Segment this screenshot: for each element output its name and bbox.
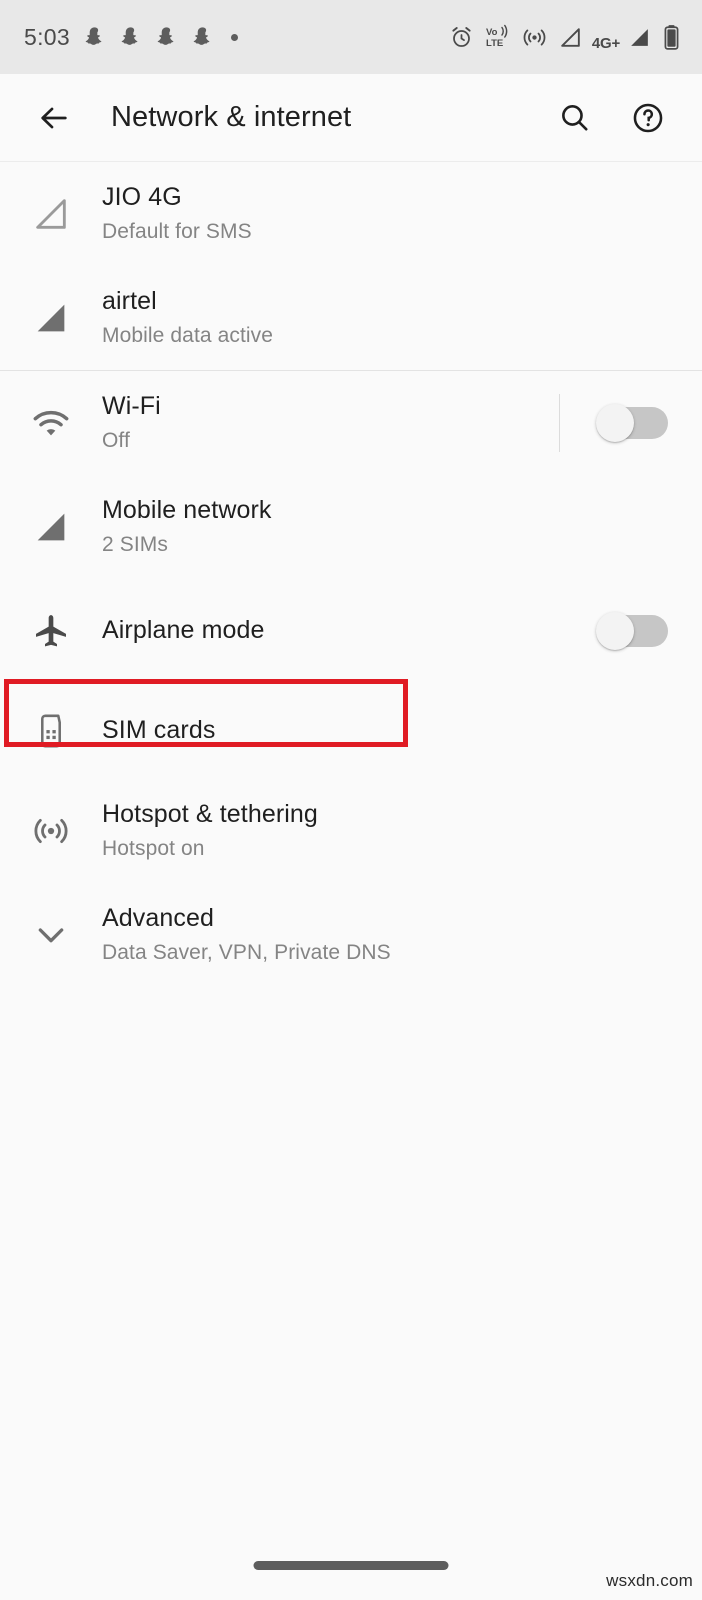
row-text-block: airtel Mobile data active xyxy=(102,286,678,350)
row-text-block: Wi-Fi Off xyxy=(102,391,559,455)
list-item-title: Mobile network xyxy=(102,496,272,525)
volte-icon: Vo LTE xyxy=(486,24,508,49)
toggle-thumb xyxy=(596,404,634,442)
toggle-divider xyxy=(559,394,560,452)
search-button[interactable] xyxy=(548,92,600,144)
list-item-sim-cards[interactable]: SIM cards xyxy=(0,683,702,779)
list-item-title: Hotspot & tethering xyxy=(102,800,318,829)
list-item-sim-airtel[interactable]: airtel Mobile data active xyxy=(0,266,702,370)
app-bar: Network & internet xyxy=(0,74,702,162)
row-icon-slot xyxy=(0,915,102,955)
wifi-icon xyxy=(33,410,69,436)
settings-list: JIO 4G Default for SMS airtel Mobile dat… xyxy=(0,162,702,987)
list-item-title: airtel xyxy=(102,287,157,316)
back-button[interactable] xyxy=(30,94,78,142)
alarm-icon xyxy=(452,26,471,47)
home-gesture-pill[interactable] xyxy=(253,1561,449,1570)
status-bar: 5:03 Vo LTE 4G+ xyxy=(0,0,702,74)
row-text-block: Mobile network 2 SIMs xyxy=(102,495,678,559)
watermark: wsxdn.com xyxy=(606,1571,693,1590)
list-item-title: Airplane mode xyxy=(102,616,265,645)
row-toggle-area xyxy=(559,394,678,452)
chevron-down-icon xyxy=(38,928,64,943)
status-bar-right: Vo LTE 4G+ xyxy=(449,23,680,52)
list-item-hotspot-tethering[interactable]: Hotspot & tethering Hotspot on xyxy=(0,779,702,883)
row-icon-slot xyxy=(0,507,102,547)
snapchat-ghost-icon xyxy=(193,27,210,45)
list-item-subtitle: Default for SMS xyxy=(102,220,252,244)
svg-text:Vo: Vo xyxy=(486,27,498,38)
list-item-title: JIO 4G xyxy=(102,183,182,212)
list-item-subtitle: 2 SIMs xyxy=(102,533,168,557)
snapchat-ghost-icon xyxy=(157,27,174,45)
snapchat-ghost-icon xyxy=(85,27,102,45)
row-icon-slot xyxy=(0,712,102,750)
snapchat-ghost-icon xyxy=(121,27,138,45)
list-item-subtitle: Data Saver, VPN, Private DNS xyxy=(102,941,391,965)
help-circle-icon xyxy=(633,103,663,132)
row-icon-slot xyxy=(0,194,102,234)
row-icon-slot xyxy=(0,403,102,443)
row-text-block: SIM cards xyxy=(102,715,678,746)
row-icon-slot xyxy=(0,298,102,338)
list-item-subtitle: Off xyxy=(102,429,130,453)
list-item-airplane-mode[interactable]: Airplane mode xyxy=(0,579,702,683)
hotspot-icon xyxy=(34,818,68,844)
phone-screen: 5:03 Vo LTE 4G+ Network & internet JIO 4… xyxy=(0,0,702,1600)
row-text-block: Airplane mode xyxy=(102,615,559,646)
arrow-back-icon xyxy=(41,107,67,128)
wifi-toggle[interactable] xyxy=(596,404,668,442)
row-text-block: Hotspot & tethering Hotspot on xyxy=(102,799,678,863)
hotspot-icon xyxy=(523,29,546,45)
row-icon-slot xyxy=(0,811,102,851)
search-icon xyxy=(561,105,587,131)
row-toggle-area xyxy=(559,602,678,660)
list-item-sim-jio[interactable]: JIO 4G Default for SMS xyxy=(0,162,702,266)
status-bar-clock: 5:03 xyxy=(24,23,70,50)
row-text-block: JIO 4G Default for SMS xyxy=(102,182,678,246)
list-item-subtitle: Mobile data active xyxy=(102,324,274,348)
signal-outline-icon xyxy=(36,199,66,229)
signal-sim1-icon xyxy=(561,27,580,47)
airplane-mode-toggle[interactable] xyxy=(596,612,668,650)
toggle-thumb xyxy=(596,612,634,650)
list-item-mobile-network[interactable]: Mobile network 2 SIMs xyxy=(0,475,702,579)
page-title: Network & internet xyxy=(111,101,352,133)
help-button[interactable] xyxy=(622,92,674,144)
list-item-title: Advanced xyxy=(102,904,214,933)
airplane-icon xyxy=(36,615,66,647)
signal-filled-icon xyxy=(37,513,65,541)
sim-card-icon xyxy=(41,714,61,748)
battery-icon xyxy=(664,25,679,50)
list-item-title: Wi-Fi xyxy=(102,392,161,421)
list-item-wifi[interactable]: Wi-Fi Off xyxy=(0,371,702,475)
signal-filled-icon xyxy=(37,304,65,332)
row-text-block: Advanced Data Saver, VPN, Private DNS xyxy=(102,903,678,967)
list-item-advanced[interactable]: Advanced Data Saver, VPN, Private DNS xyxy=(0,883,702,987)
toggle-spacer xyxy=(559,602,560,660)
status-bar-left: 5:03 xyxy=(24,24,449,51)
svg-text:LTE: LTE xyxy=(486,38,503,49)
row-icon-slot xyxy=(0,611,102,651)
network-type-label: 4G+ xyxy=(591,34,620,52)
notification-dot xyxy=(230,33,238,41)
list-item-subtitle: Hotspot on xyxy=(102,837,205,861)
list-item-title: SIM cards xyxy=(102,716,216,745)
signal-sim2-icon xyxy=(631,28,648,46)
